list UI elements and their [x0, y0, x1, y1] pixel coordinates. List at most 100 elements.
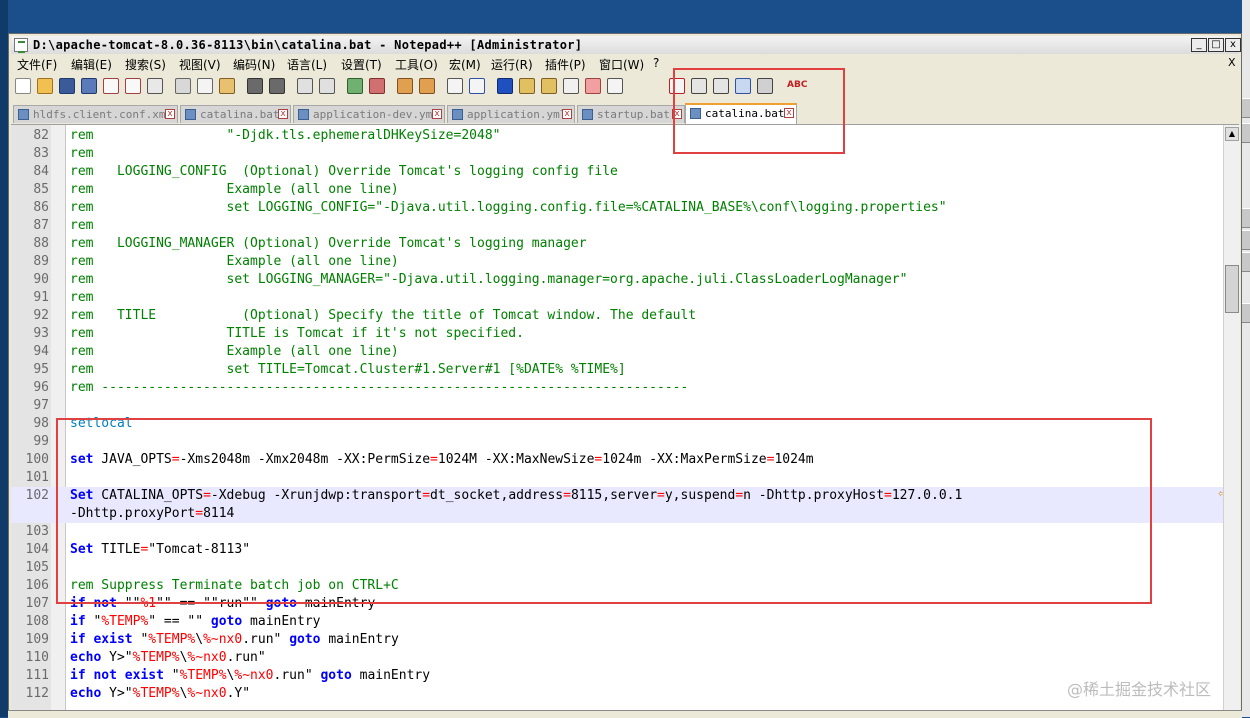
monitoring-icon[interactable]: [607, 78, 623, 94]
user-language-icon[interactable]: [519, 78, 535, 94]
maximize-button[interactable]: □: [1208, 38, 1224, 52]
cut-icon[interactable]: [175, 78, 191, 94]
scroll-up-arrow-icon[interactable]: ▲: [1225, 127, 1239, 141]
open-file-icon[interactable]: [37, 78, 53, 94]
menu-search[interactable]: 搜索(S): [125, 56, 166, 73]
menu-window[interactable]: 窗口(W): [599, 56, 644, 73]
code-line[interactable]: 91 rem: [11, 289, 1223, 307]
code-line[interactable]: 108 if "%TEMP%" == "" goto mainEntry: [11, 613, 1223, 631]
indent-guide-icon[interactable]: [497, 78, 513, 94]
spell-check-icon[interactable]: ABC: [787, 78, 809, 94]
paste-icon[interactable]: [219, 78, 235, 94]
zoom-out-icon[interactable]: [369, 78, 385, 94]
find-icon[interactable]: [297, 78, 313, 94]
menu-settings[interactable]: 设置(T): [341, 56, 382, 73]
code-line[interactable]: 109 if exist "%TEMP%\%~nx0.run" goto main…: [11, 631, 1223, 649]
code-line[interactable]: 90 rem set LOGGING_MANAGER="-Djava.util.l…: [11, 271, 1223, 289]
tab-application-yml[interactable]: application.yml x: [447, 105, 575, 123]
word-wrap-icon[interactable]: [447, 78, 463, 94]
code-line[interactable]: 103: [11, 523, 1223, 541]
menu-view[interactable]: 视图(V): [179, 56, 221, 73]
close-document-button[interactable]: X: [1228, 56, 1236, 69]
print-icon[interactable]: [147, 78, 163, 94]
vertical-scrollbar[interactable]: ▲: [1223, 125, 1240, 716]
code-token: rem: [70, 218, 94, 233]
code-editor[interactable]: 82 rem "-Djdk.tls.ephemeralDHKeySize=2048…: [11, 125, 1227, 716]
code-line[interactable]: 97: [11, 397, 1223, 415]
stop-recording-icon[interactable]: [691, 78, 707, 94]
code-line[interactable]: 92 rem TITLE (Optional) Specify the title…: [11, 307, 1223, 325]
code-line[interactable]: 106 rem Suppress Terminate batch job on C…: [11, 577, 1223, 595]
code-line[interactable]: 87 rem: [11, 217, 1223, 235]
menu-plugins[interactable]: 插件(P): [545, 56, 586, 73]
tab-close-icon[interactable]: x: [432, 109, 442, 119]
tab-close-icon[interactable]: x: [165, 109, 175, 119]
code-line[interactable]: 85 rem Example (all one line): [11, 181, 1223, 199]
undo-icon[interactable]: [247, 78, 263, 94]
scrollbar-thumb[interactable]: [1225, 265, 1239, 313]
code-line[interactable]: 105: [11, 559, 1223, 577]
code-line[interactable]: 100 set JAVA_OPTS=-Xms2048m -Xmx2048m -XX…: [11, 451, 1223, 469]
tab-application-dev-yml[interactable]: application-dev.yml x: [293, 105, 445, 123]
code-line[interactable]: 99: [11, 433, 1223, 451]
new-file-icon[interactable]: [15, 78, 31, 94]
code-token: rem LOGGING_MANAGER (Optional) Override …: [70, 236, 587, 251]
code-line[interactable]: 95 rem set TITLE=Tomcat.Cluster#1.Server#…: [11, 361, 1223, 379]
playback-macro-icon[interactable]: [713, 78, 729, 94]
minimize-button[interactable]: _: [1191, 38, 1207, 52]
tab-catalina-bat[interactable]: catalina.bat x: [180, 105, 291, 123]
code-line[interactable]: 107 if not ""%1"" == ""run"" goto mainEnt…: [11, 595, 1223, 613]
code-line[interactable]: 83 rem: [11, 145, 1223, 163]
close-all-icon[interactable]: [125, 78, 141, 94]
menu-run[interactable]: 运行(R): [491, 56, 533, 73]
show-all-characters-icon[interactable]: [469, 78, 485, 94]
redo-icon[interactable]: [269, 78, 285, 94]
menu-file[interactable]: 文件(F): [17, 56, 57, 73]
document-map-icon[interactable]: [541, 78, 557, 94]
save-all-icon[interactable]: [81, 78, 97, 94]
sync-horizontal-icon[interactable]: [419, 78, 435, 94]
tab-close-icon[interactable]: x: [562, 109, 572, 119]
copy-icon[interactable]: [197, 78, 213, 94]
code-line[interactable]: 104 Set TITLE="Tomcat-8113": [11, 541, 1223, 559]
replace-icon[interactable]: [319, 78, 335, 94]
code-line[interactable]: 94 rem Example (all one line): [11, 343, 1223, 361]
code-line[interactable]: 84 rem LOGGING_CONFIG (Optional) Override…: [11, 163, 1223, 181]
code-line[interactable]: 89 rem Example (all one line): [11, 253, 1223, 271]
code-line[interactable]: 88 rem LOGGING_MANAGER (Optional) Overrid…: [11, 235, 1223, 253]
code-line[interactable]: 102 Set CATALINA_OPTS=-Xdebug -Xrunjdwp:t…: [11, 487, 1223, 505]
menu-encoding[interactable]: 编码(N): [233, 56, 275, 73]
code-line[interactable]: 110 echo Y>"%TEMP%\%~nx0.run": [11, 649, 1223, 667]
menu-edit[interactable]: 编辑(E): [71, 56, 112, 73]
zoom-in-icon[interactable]: [347, 78, 363, 94]
tab-startup-bat[interactable]: startup.bat x: [577, 105, 685, 123]
menu-macro[interactable]: 宏(M): [449, 56, 481, 73]
code-line[interactable]: 93 rem TITLE is Tomcat if it's not specif…: [11, 325, 1223, 343]
close-file-icon[interactable]: [103, 78, 119, 94]
save-icon[interactable]: [59, 78, 75, 94]
save-macro-icon[interactable]: [757, 78, 773, 94]
menu-help[interactable]: ?: [653, 56, 659, 70]
tab-close-icon[interactable]: x: [278, 109, 288, 119]
close-button[interactable]: x: [1225, 38, 1241, 52]
folder-as-workspace-icon[interactable]: [585, 78, 601, 94]
record-macro-icon[interactable]: [669, 78, 685, 94]
code-line[interactable]: 82 rem "-Djdk.tls.ephemeralDHKeySize=2048…: [11, 127, 1223, 145]
code-line[interactable]: 111 if not exist "%TEMP%\%~nx0.run" goto …: [11, 667, 1223, 685]
sync-vertical-icon[interactable]: [397, 78, 413, 94]
tab-close-icon[interactable]: x: [784, 108, 794, 118]
menu-tools[interactable]: 工具(O): [395, 56, 438, 73]
code-line[interactable]: 101: [11, 469, 1223, 487]
code-line[interactable]: -Dhttp.proxyPort=8114: [11, 505, 1223, 523]
code-line[interactable]: 98 setlocal: [11, 415, 1223, 433]
code-line[interactable]: 96 rem ----------------------------------…: [11, 379, 1223, 397]
run-macro-multiple-icon[interactable]: [735, 78, 751, 94]
tab-hldfs-client-conf[interactable]: hldfs.client.conf.xml x: [13, 105, 178, 123]
code-line[interactable]: 112 echo Y>"%TEMP%\%~nx0.Y": [11, 685, 1223, 703]
tab-catalina-bat-active[interactable]: catalina.bat x: [685, 103, 797, 124]
tab-close-icon[interactable]: x: [672, 109, 682, 119]
function-list-icon[interactable]: [563, 78, 579, 94]
title-bar[interactable]: D:\apache-tomcat-8.0.36-8113\bin\catalin…: [11, 36, 1241, 54]
menu-language[interactable]: 语言(L): [287, 56, 327, 73]
code-line[interactable]: 86 rem set LOGGING_CONFIG="-Djava.util.lo…: [11, 199, 1223, 217]
